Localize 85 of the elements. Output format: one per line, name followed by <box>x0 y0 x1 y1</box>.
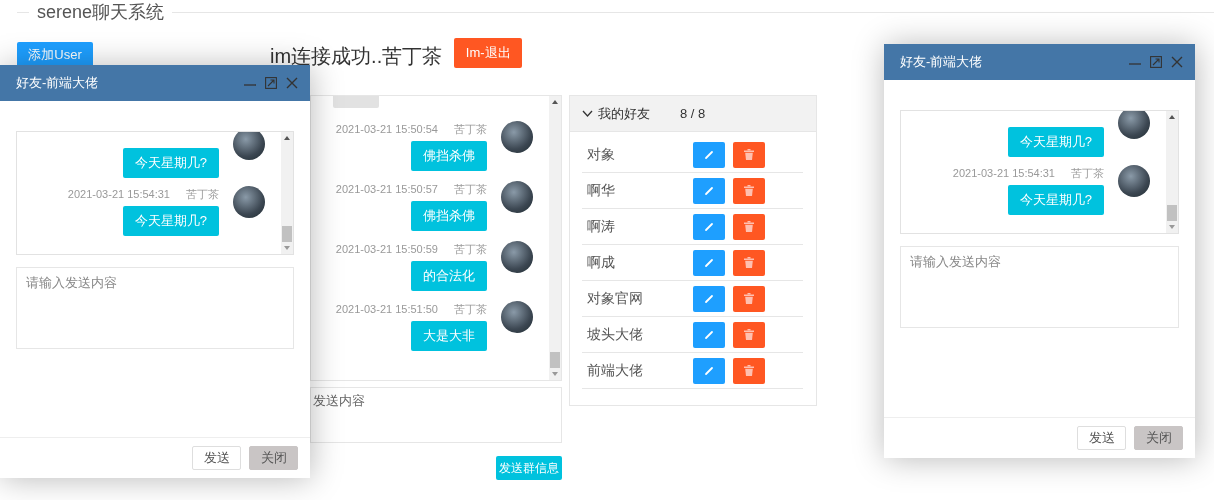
delete-button[interactable] <box>733 249 765 276</box>
trash-icon <box>744 221 754 233</box>
sender-name: 苦丁茶 <box>454 302 487 318</box>
trash-icon <box>744 329 754 341</box>
maximize-icon[interactable] <box>265 77 277 89</box>
trash-icon <box>744 185 754 197</box>
message-bubble: 大是大非 <box>411 321 487 352</box>
message-time: 2021-03-21 15:50:59 <box>335 242 438 258</box>
scrollbar[interactable] <box>1166 111 1178 233</box>
avatar-placeholder <box>233 132 265 160</box>
edit-button[interactable] <box>693 141 725 168</box>
pencil-icon <box>704 185 714 196</box>
sender-name: 苦丁茶 <box>454 242 487 258</box>
edit-button[interactable] <box>693 213 725 240</box>
scrollbar[interactable] <box>549 96 561 381</box>
dialog-title: 好友-前端大佬 <box>900 53 984 71</box>
message-time: 2021-03-21 15:50:54 <box>335 122 438 138</box>
pencil-icon <box>704 365 714 376</box>
sender-name: 苦丁茶 <box>186 187 219 202</box>
friend-name[interactable]: 啊华 <box>587 181 693 200</box>
close-icon[interactable] <box>1171 56 1183 68</box>
message-input[interactable]: 请输入发送内容 <box>16 267 294 349</box>
friend-name[interactable]: 啊成 <box>587 253 693 272</box>
message-bubble: 今天星期几? <box>1007 185 1104 215</box>
close-icon[interactable] <box>286 77 298 89</box>
edit-button[interactable] <box>693 285 725 312</box>
dialog-title-bar[interactable]: 好友-前端大佬 <box>884 44 1195 80</box>
avatar-placeholder <box>1118 165 1150 197</box>
avatar-placeholder <box>501 181 533 214</box>
delete-button[interactable] <box>733 177 765 204</box>
message-bubble: 的合法化 <box>411 261 487 292</box>
send-button[interactable]: 发送 <box>1077 426 1126 450</box>
close-button[interactable]: 关闭 <box>249 446 298 470</box>
message-time: 2021-03-21 15:51:50 <box>335 302 438 318</box>
delete-button[interactable] <box>733 321 765 348</box>
message-time: 2021-03-21 15:54:31 <box>67 187 170 202</box>
friend-name[interactable]: 坡头大佬 <box>587 325 693 344</box>
pencil-icon <box>704 293 714 304</box>
scrollbar[interactable] <box>281 132 293 254</box>
message-bubble: 今天星期几? <box>122 148 219 178</box>
friend-name[interactable]: 对象官网 <box>587 289 693 308</box>
delete-button[interactable] <box>733 141 765 168</box>
trash-icon <box>744 149 754 161</box>
message-input[interactable]: 请输入发送内容 <box>900 246 1179 328</box>
trash-icon <box>744 365 754 377</box>
delete-button[interactable] <box>733 285 765 312</box>
maximize-icon[interactable] <box>1150 56 1162 68</box>
message-time: 2021-03-21 15:50:57 <box>335 182 438 198</box>
sender-name: 苦丁茶 <box>454 122 487 138</box>
edit-button[interactable] <box>693 321 725 348</box>
dialog-title-bar[interactable]: 好友-前端大佬 <box>0 65 310 101</box>
pencil-icon <box>704 329 714 340</box>
message-time: 2021-03-21 15:54:31 <box>952 166 1055 181</box>
pencil-icon <box>704 221 714 232</box>
trash-icon <box>744 257 754 269</box>
pencil-icon <box>704 149 714 160</box>
avatar-placeholder <box>501 121 533 154</box>
delete-button[interactable] <box>733 357 765 384</box>
close-button[interactable]: 关闭 <box>1134 426 1183 450</box>
dialog-title: 好友-前端大佬 <box>16 74 100 92</box>
sender-name: 苦丁茶 <box>454 182 487 198</box>
sender-name: 苦丁茶 <box>1071 166 1104 181</box>
pencil-icon <box>704 257 714 268</box>
friend-group-label: 我的好友 <box>598 104 650 123</box>
send-button[interactable]: 发送 <box>192 446 241 470</box>
friend-count: 8 / 8 <box>680 106 706 122</box>
message-bubble: 今天星期几? <box>122 206 219 236</box>
delete-button[interactable] <box>733 213 765 240</box>
message-input[interactable]: 发送内容 <box>310 387 562 444</box>
edit-button[interactable] <box>693 357 725 384</box>
page-title: serene聊天系统 <box>36 1 166 24</box>
friend-name[interactable]: 啊涛 <box>587 217 693 236</box>
avatar-placeholder <box>501 301 533 334</box>
friend-name[interactable]: 对象 <box>587 145 693 164</box>
friend-name[interactable]: 前端大佬 <box>587 361 693 380</box>
message-bubble: 佛挡杀佛 <box>411 201 487 232</box>
avatar-placeholder <box>1118 111 1150 139</box>
message-bubble: 今天星期几? <box>1007 127 1104 157</box>
avatar-placeholder <box>501 241 533 274</box>
avatar-placeholder <box>233 186 265 218</box>
message-bubble: 佛挡杀佛 <box>411 141 487 172</box>
trash-icon <box>744 293 754 305</box>
edit-button[interactable] <box>693 249 725 276</box>
friend-group-header[interactable]: 我的好友 8 / 8 <box>570 96 816 133</box>
edit-button[interactable] <box>693 177 725 204</box>
